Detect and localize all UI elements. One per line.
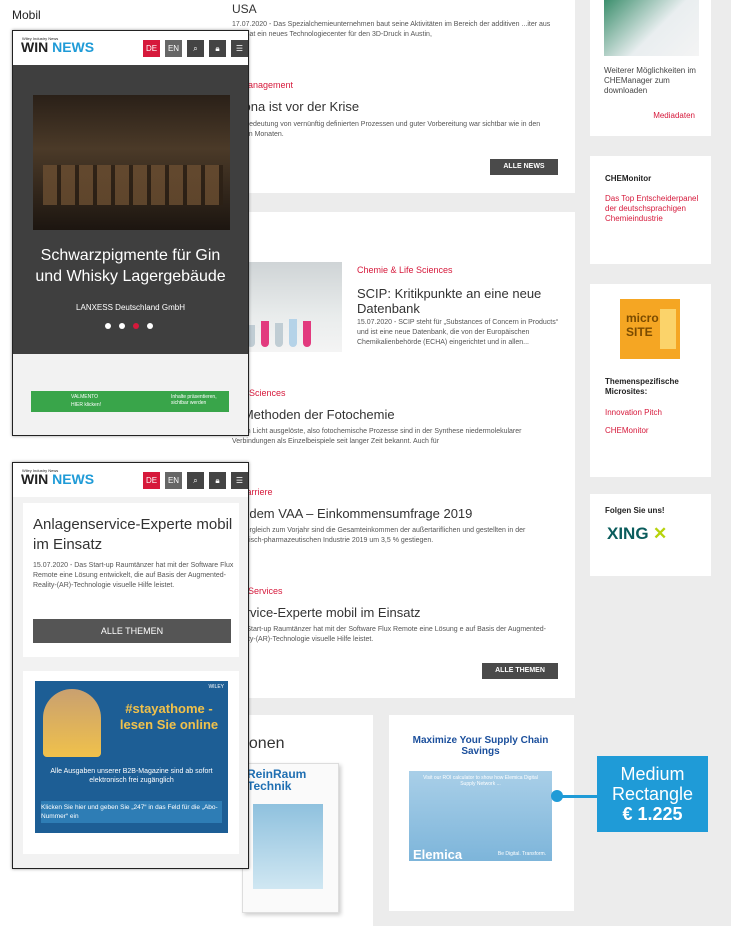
- phone-promo[interactable]: WILEY #stayathome - lesen Sie online All…: [23, 671, 239, 854]
- article-headline[interactable]: e Methoden der Fotochemie: [232, 407, 395, 422]
- menu-icon[interactable]: ☰: [231, 40, 248, 57]
- article-text: Die Bedeutung von vernünftig definierten…: [232, 121, 541, 138]
- mobil-label: Mobil: [12, 8, 41, 22]
- themen-link[interactable]: Innovation Pitch: [605, 408, 662, 418]
- alle-news-button[interactable]: ALLE NEWS: [490, 159, 558, 175]
- ad-title: Maximize Your Supply Chain Savings: [412, 735, 549, 757]
- top-headline[interactable]: USA: [232, 2, 257, 16]
- price-tag: Medium Rectangle € 1.225: [597, 756, 708, 832]
- chemonitor-card: CHEMonitor Das Top Entscheiderpanel der …: [590, 156, 711, 264]
- promo-text1: Alle Ausgaben unserer B2B-Magazine sind …: [50, 768, 213, 784]
- lang-de-button[interactable]: DE: [143, 472, 160, 489]
- article-headline[interactable]: service-Experte mobil im Einsatz: [232, 605, 421, 620]
- phone-screenshot-1: Wiley Industry News WIN NEWS DE EN ⌕ 🔒︎ …: [12, 30, 249, 436]
- hero-section[interactable]: Schwarzpigmente für Gin und Whisky Lager…: [13, 65, 248, 354]
- win-logo[interactable]: WIN NEWS: [21, 471, 94, 487]
- menu-icon[interactable]: ☰: [231, 472, 248, 489]
- phone-banner[interactable]: VALMENTO HIER klicken! Inhalte präsentie…: [31, 391, 229, 412]
- search-icon[interactable]: ⌕: [187, 472, 204, 489]
- price-tag-line1: Medium: [620, 764, 685, 784]
- phone-article-text: 15.07.2020 - Das Start-up Raumtänzer hat…: [33, 562, 234, 589]
- phone-screenshot-2: Wiley Industry News WIN NEWS DE EN ⌕ 🔒︎ …: [12, 462, 249, 869]
- themen-link[interactable]: CHEMonitor: [605, 426, 649, 436]
- banner-right: Inhalte präsentieren, sichtbar werden: [171, 394, 217, 406]
- banner-mid: HIER klicken!: [71, 402, 102, 408]
- article-text: Das Start-up Raumtänzer hat mit der Soft…: [232, 626, 546, 643]
- article-text: im Vergleich zum Vorjahr sind die Gesamt…: [232, 527, 526, 544]
- ad-tagline: Be Digital. Transform.: [497, 851, 546, 857]
- xing-icon: ✕: [653, 524, 668, 543]
- test-tube-rack: [247, 317, 327, 347]
- carousel-dot-active[interactable]: [133, 323, 139, 329]
- win-logo[interactable]: WIN NEWS: [21, 39, 94, 55]
- magazine-image: [253, 804, 323, 889]
- barrel-rows: [43, 165, 223, 205]
- carousel-dot[interactable]: [105, 323, 111, 329]
- microsite-card: micro SITE Themenspezifische Microsites:…: [590, 284, 711, 477]
- carousel-dot[interactable]: [119, 323, 125, 329]
- promo-wiley: WILEY: [208, 684, 224, 690]
- connector-dot: [551, 790, 563, 802]
- magazine-cover[interactable]: ReinRaum Technik: [242, 763, 339, 913]
- lang-de-button[interactable]: DE: [143, 40, 160, 57]
- phone-article-title[interactable]: Anlagenservice-Experte mobil im Einsatz: [33, 515, 233, 555]
- folgen-title: Folgen Sie uns!: [605, 506, 665, 515]
- logo-win: WIN: [21, 471, 49, 487]
- price-tag-line2: Rectangle: [611, 784, 694, 804]
- top-text: 17.07.2020 - Das Spezialchemieunternehme…: [232, 21, 551, 38]
- download-text: Weiterer Möglichkeiten im CHEManager zum…: [604, 66, 696, 95]
- social-card: Folgen Sie uns! XING ✕: [590, 494, 711, 576]
- featured-category[interactable]: Chemie & Life Sciences: [357, 265, 453, 275]
- microsite-logo-text: micro SITE: [626, 311, 659, 339]
- phone-header: Wiley Industry News WIN NEWS DE EN ⌕ 🔒︎ …: [13, 463, 248, 497]
- promo-text2: Klicken Sie hier und geben Sie „247“ in …: [41, 801, 222, 823]
- hero-image: [33, 95, 230, 230]
- ad-brand: Elemica: [413, 847, 463, 862]
- ad-card: Maximize Your Supply Chain Savings Visit…: [389, 715, 574, 911]
- lock-icon[interactable]: 🔒︎: [209, 472, 226, 489]
- microsite-logo[interactable]: micro SITE: [620, 299, 680, 359]
- ad-box[interactable]: Maximize Your Supply Chain Savings Visit…: [409, 735, 552, 881]
- chemonitor-text[interactable]: Das Top Entscheiderpanel der deutschspra…: [605, 194, 700, 224]
- lock-icon[interactable]: 🔒︎: [209, 40, 226, 57]
- featured-headline[interactable]: SCIP: Kritikpunkte an eine neue Datenban…: [357, 286, 557, 316]
- promo-person-image: [43, 689, 101, 757]
- article-text: Durch Licht ausgelöste, also fotochemisc…: [232, 428, 522, 445]
- microsite-block: [660, 309, 676, 349]
- xing-text: XING: [607, 524, 649, 543]
- carousel-dot[interactable]: [147, 323, 153, 329]
- download-thumbnail[interactable]: [604, 0, 699, 56]
- featured-text: 15.07.2020 - SCIP steht für „Substances …: [357, 319, 559, 346]
- promo-hashtag: #stayathome - lesen Sie online: [119, 701, 219, 732]
- sidebar-download-card: Weiterer Möglichkeiten im CHEManager zum…: [590, 0, 711, 136]
- xing-logo[interactable]: XING ✕: [607, 524, 667, 544]
- mediadaten-link[interactable]: Mediadaten: [653, 111, 695, 121]
- carousel-dots[interactable]: [105, 323, 165, 331]
- article-headline[interactable]: us dem VAA – Einkommensumfrage 2019: [232, 506, 472, 521]
- promo-box: WILEY #stayathome - lesen Sie online All…: [35, 681, 228, 833]
- search-icon[interactable]: ⌕: [187, 40, 204, 57]
- ad-subtitle: Visit our ROI calculator to show how Ele…: [423, 775, 538, 787]
- hero-title[interactable]: Schwarzpigmente für Gin und Whisky Lager…: [28, 245, 233, 287]
- magazine-title: ReinRaum Technik: [247, 767, 307, 793]
- price-tag-price: € 1.225: [622, 804, 683, 824]
- chemonitor-title: CHEMonitor: [605, 174, 652, 183]
- article-headline[interactable]: orona ist vor der Krise: [232, 99, 359, 114]
- logo-news: NEWS: [52, 471, 95, 487]
- lang-en-button[interactable]: EN: [165, 40, 182, 57]
- phone-alle-themen-button[interactable]: ALLE THEMEN: [33, 619, 231, 643]
- hero-source: LANXESS Deutschland GmbH: [76, 303, 185, 312]
- logo-news: NEWS: [52, 39, 95, 55]
- themen-title: Themenspezifische Microsites:: [605, 377, 679, 396]
- lang-en-button[interactable]: EN: [165, 472, 182, 489]
- banner-left: VALMENTO: [71, 394, 99, 400]
- logo-win: WIN: [21, 39, 49, 55]
- phone-header: Wiley Industry News WIN NEWS DE EN ⌕ 🔒︎ …: [13, 31, 248, 65]
- phone-article-card: Anlagenservice-Experte mobil im Einsatz …: [23, 503, 239, 657]
- alle-themen-button[interactable]: ALLE THEMEN: [482, 663, 558, 679]
